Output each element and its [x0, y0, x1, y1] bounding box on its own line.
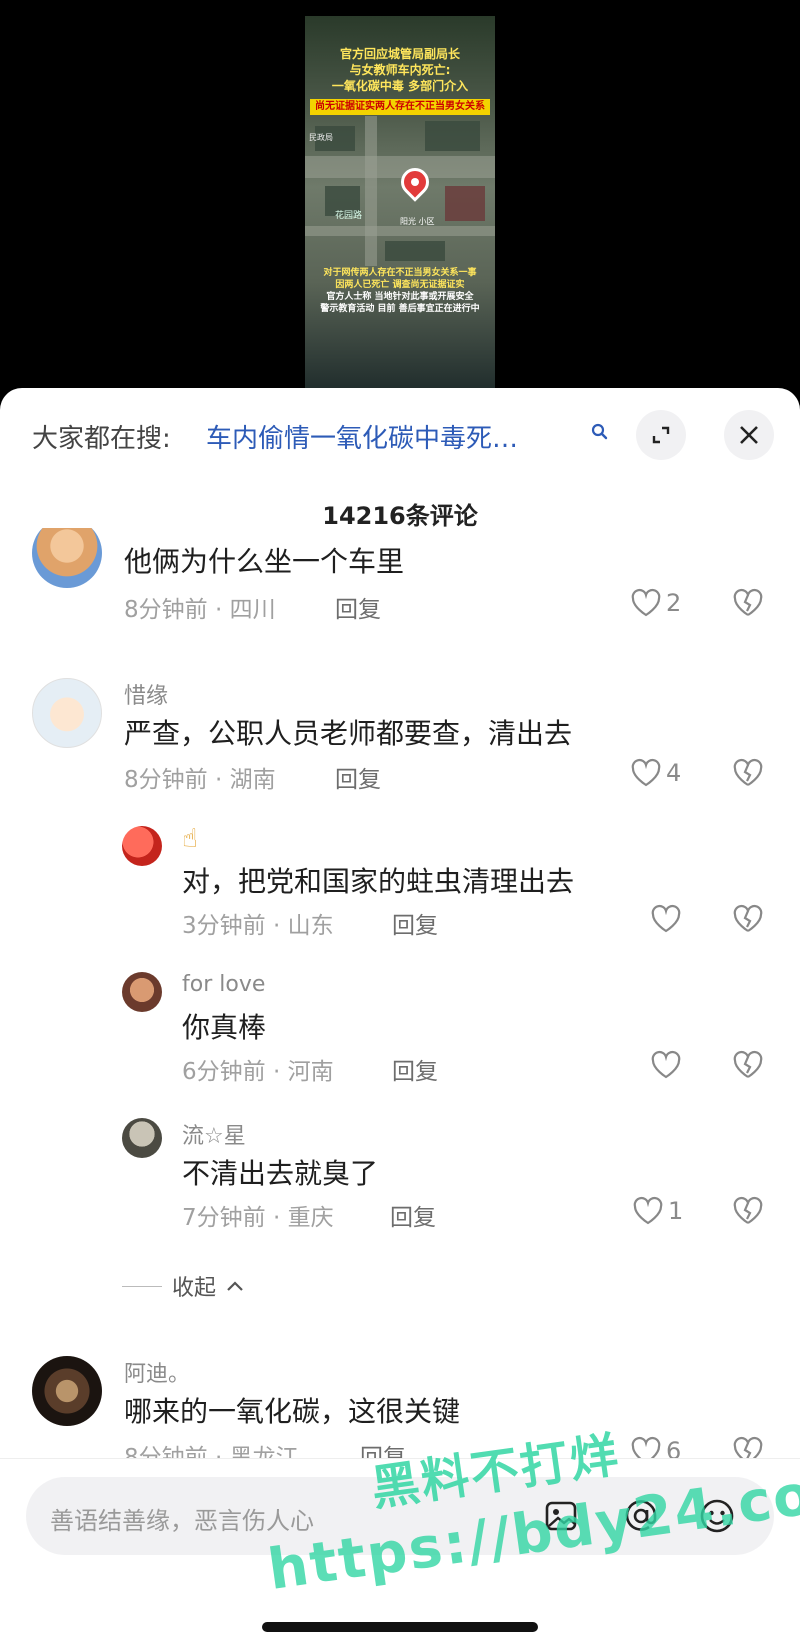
- comment-count: 14216条评论: [322, 502, 478, 530]
- broken-heart-icon[interactable]: [732, 588, 764, 618]
- heart-icon: [633, 1196, 663, 1225]
- like-button[interactable]: [650, 1050, 686, 1080]
- comment-input-placeholder: 善语结善缘，恶言伤人心: [50, 1507, 314, 1535]
- avatar[interactable]: [122, 826, 162, 866]
- heart-icon: [631, 1436, 661, 1458]
- comment-meta: 8分钟前 · 黑龙江: [124, 1445, 299, 1458]
- like-count: 2: [666, 589, 682, 617]
- reply-button[interactable]: 回复: [335, 590, 381, 624]
- comment-meta: 8分钟前 · 四川: [124, 597, 276, 623]
- video-caption: 对于网传两人存在不正当男女关系一事 因两人已死亡 调查尚无证据证实 官方人士称 …: [311, 267, 489, 315]
- avatar[interactable]: [32, 528, 102, 588]
- comment-meta: 7分钟前 · 重庆: [182, 1205, 334, 1231]
- comment-text: 哪来的一氧化碳，这很关键: [124, 1395, 461, 1428]
- comment-meta: 6分钟前 · 河南: [182, 1059, 334, 1085]
- comment-meta: 8分钟前 · 湖南: [124, 767, 276, 793]
- search-suggest-link[interactable]: 车内偷情一氧化碳中毒死…: [206, 418, 518, 455]
- avatar[interactable]: [32, 678, 102, 748]
- reply-button[interactable]: 回复: [390, 1198, 436, 1232]
- video-caption-top: 对于网传两人存在不正当男女关系一事 因两人已死亡 调查尚无证据证实: [323, 268, 477, 290]
- broken-heart-icon[interactable]: [732, 1436, 764, 1458]
- video-thumbnail[interactable]: 官方回应城管局副局长 与女教师车内死亡: 一氧化碳中毒 多部门介入 尚无证据证实…: [305, 16, 495, 396]
- video-caption-bottom: 官方人士称 当地针对此事或开展安全 警示教育活动 目前 善后事宜正在进行中: [320, 292, 480, 314]
- reply-button[interactable]: 回复: [392, 1052, 438, 1086]
- map-label-small: 民政局: [309, 133, 333, 142]
- close-button[interactable]: [724, 410, 774, 460]
- heart-icon: [631, 758, 661, 787]
- comment-username[interactable]: 阿迪。: [124, 1356, 190, 1388]
- comment-meta: 3分钟前 · 山东: [182, 913, 334, 939]
- map-road-label: 花园路: [335, 211, 363, 221]
- video-player[interactable]: 官方回应城管局副局长 与女教师车内死亡: 一氧化碳中毒 多部门介入 尚无证据证实…: [0, 0, 800, 400]
- broken-heart-icon[interactable]: [732, 904, 764, 934]
- comment-username[interactable]: ☝: [182, 824, 198, 854]
- reply-button[interactable]: 回复: [392, 906, 438, 940]
- close-icon: [740, 426, 758, 444]
- like-button[interactable]: [650, 904, 686, 934]
- avatar[interactable]: [122, 1118, 162, 1158]
- video-banner: 尚无证据证实两人存在不正当男女关系: [310, 99, 490, 115]
- map-place-label: 阳光 小区: [400, 217, 435, 226]
- collapse-replies-button[interactable]: 收起: [122, 1270, 244, 1302]
- comment-text: 严查，公职人员老师都要查，清出去: [124, 717, 573, 750]
- comment-username[interactable]: for love: [182, 972, 265, 997]
- comment-list[interactable]: 他俩为什么坐一个车里 8分钟前 · 四川 回复 2 惜缘 严查，公职人员老师都要…: [0, 528, 800, 1458]
- like-button[interactable]: 4: [630, 758, 681, 788]
- like-button[interactable]: 1: [632, 1196, 683, 1226]
- heart-icon: [651, 1050, 681, 1079]
- comment-text: 对，把党和国家的蛀虫清理出去: [182, 865, 575, 898]
- like-count: 4: [666, 759, 682, 787]
- sheet-header: 大家都在搜: 车内偷情一氧化碳中毒死…: [0, 388, 800, 478]
- video-headline: 官方回应城管局副局长 与女教师车内死亡: 一氧化碳中毒 多部门介入: [331, 47, 469, 93]
- search-suggest-label: 大家都在搜:: [32, 424, 171, 454]
- collapse-label: 收起: [172, 1276, 217, 1301]
- broken-heart-icon[interactable]: [732, 758, 764, 788]
- comment-text: 你真棒: [182, 1011, 267, 1044]
- comment-text: 他俩为什么坐一个车里: [124, 545, 405, 578]
- expand-button[interactable]: [636, 410, 686, 460]
- comment-text: 不清出去就臭了: [182, 1157, 379, 1190]
- broken-heart-icon[interactable]: [732, 1196, 764, 1226]
- broken-heart-icon[interactable]: [732, 1050, 764, 1080]
- home-indicator: [262, 1622, 538, 1632]
- comment-username[interactable]: 流☆星: [182, 1118, 246, 1150]
- heart-icon: [651, 904, 681, 933]
- avatar[interactable]: [122, 972, 162, 1012]
- reply-button[interactable]: 回复: [335, 760, 381, 794]
- divider: [122, 1285, 162, 1287]
- heart-icon: [631, 588, 661, 617]
- comment-username[interactable]: 惜缘: [124, 678, 168, 710]
- like-button[interactable]: 6: [630, 1436, 681, 1458]
- like-count: 1: [668, 1197, 684, 1225]
- like-count: 6: [666, 1437, 682, 1458]
- like-button[interactable]: 2: [630, 588, 681, 618]
- chevron-up-icon: [227, 1281, 243, 1291]
- avatar[interactable]: [32, 1356, 102, 1426]
- expand-icon: [652, 426, 670, 444]
- search-icon[interactable]: [590, 422, 610, 442]
